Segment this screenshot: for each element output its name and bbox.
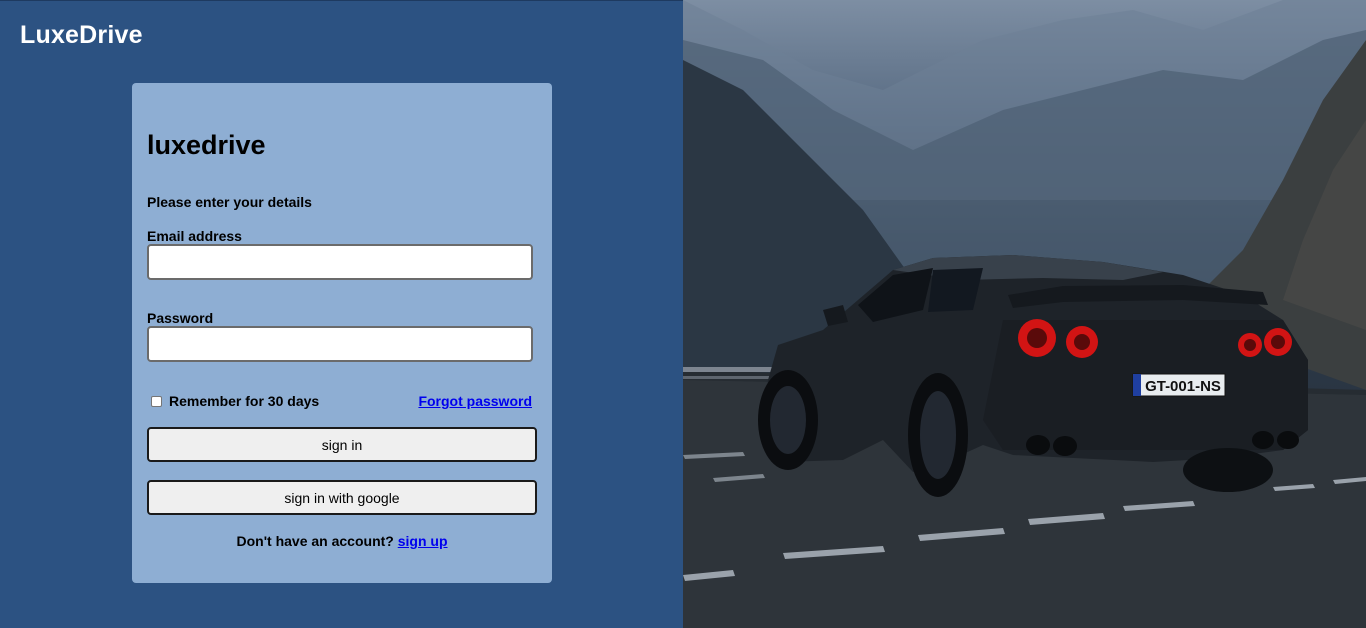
card-subtitle: Please enter your details: [147, 194, 312, 210]
remember-checkbox[interactable]: [151, 395, 162, 407]
login-card: luxedrive Please enter your details Emai…: [132, 83, 552, 583]
left-panel: LuxeDrive luxedrive Please enter your de…: [0, 0, 683, 628]
sign-in-button[interactable]: sign in: [147, 427, 537, 462]
login-page: LuxeDrive luxedrive Please enter your de…: [0, 0, 1366, 628]
sign-up-link[interactable]: sign up: [398, 533, 448, 549]
google-sign-in-button[interactable]: sign in with google: [147, 480, 537, 515]
password-label: Password: [147, 310, 214, 326]
card-title: luxedrive: [147, 130, 266, 160]
hero-image: GT-001-NS: [683, 0, 1366, 628]
email-input[interactable]: [147, 244, 533, 280]
forgot-password-link[interactable]: Forgot password: [418, 393, 532, 409]
signup-row: Don't have an account? sign up: [132, 533, 552, 549]
license-plate-text: GT-001-NS: [1145, 378, 1221, 395]
remember-label[interactable]: Remember for 30 days: [169, 393, 319, 409]
password-input[interactable]: [147, 326, 533, 362]
hero-car-illustration: GT-001-NS: [683, 0, 1366, 628]
email-label: Email address: [147, 228, 242, 244]
brand-logo[interactable]: LuxeDrive: [20, 21, 143, 50]
no-account-text: Don't have an account?: [236, 533, 394, 549]
remember-row: Remember for 30 days: [151, 393, 319, 409]
